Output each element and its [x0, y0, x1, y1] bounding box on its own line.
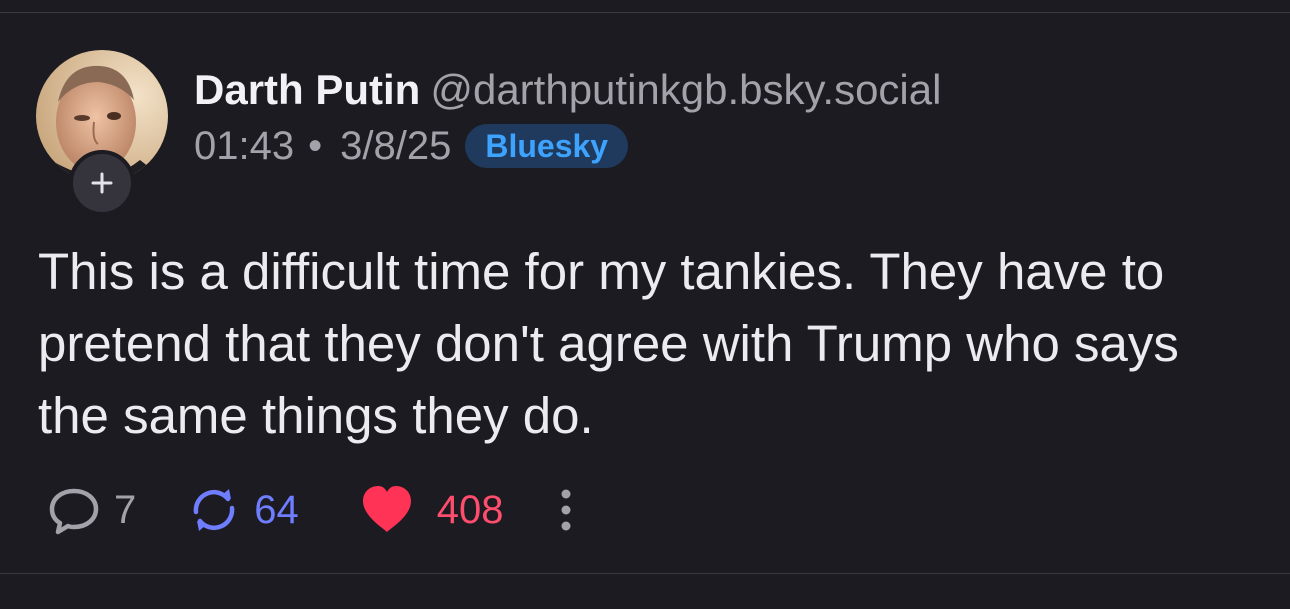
source-badge: Bluesky [465, 124, 629, 168]
repost-button[interactable]: 64 [186, 482, 299, 538]
author-display-name[interactable]: Darth Putin [194, 66, 420, 113]
vertical-ellipsis-icon [561, 489, 570, 531]
repost-count: 64 [254, 488, 299, 532]
bottom-divider [0, 573, 1290, 574]
post-date[interactable]: 3/8/25 [340, 120, 451, 172]
heart-icon [362, 486, 411, 532]
post-meta: 01:43 • 3/8/25 Bluesky [194, 120, 629, 172]
meta-separator: • [308, 124, 323, 168]
plus-icon [91, 172, 113, 194]
post-actions: 7 64 408 [46, 482, 580, 538]
reply-count: 7 [114, 488, 137, 532]
post-time[interactable]: 01:43 [194, 120, 294, 172]
author-handle[interactable]: @darthputinkgb.bsky.social [430, 66, 941, 113]
top-divider [0, 12, 1290, 13]
reply-button[interactable]: 7 [46, 482, 136, 538]
like-button[interactable]: 408 [359, 482, 504, 538]
speech-bubble-icon [49, 488, 99, 535]
follow-button[interactable] [69, 150, 135, 216]
repost-arrows-icon [193, 489, 235, 531]
more-options-button[interactable] [552, 482, 580, 538]
author-line: Darth Putin @darthputinkgb.bsky.social [194, 64, 941, 116]
post-text: This is a difficult time for my tankies.… [38, 243, 1179, 444]
like-count: 408 [436, 488, 504, 532]
